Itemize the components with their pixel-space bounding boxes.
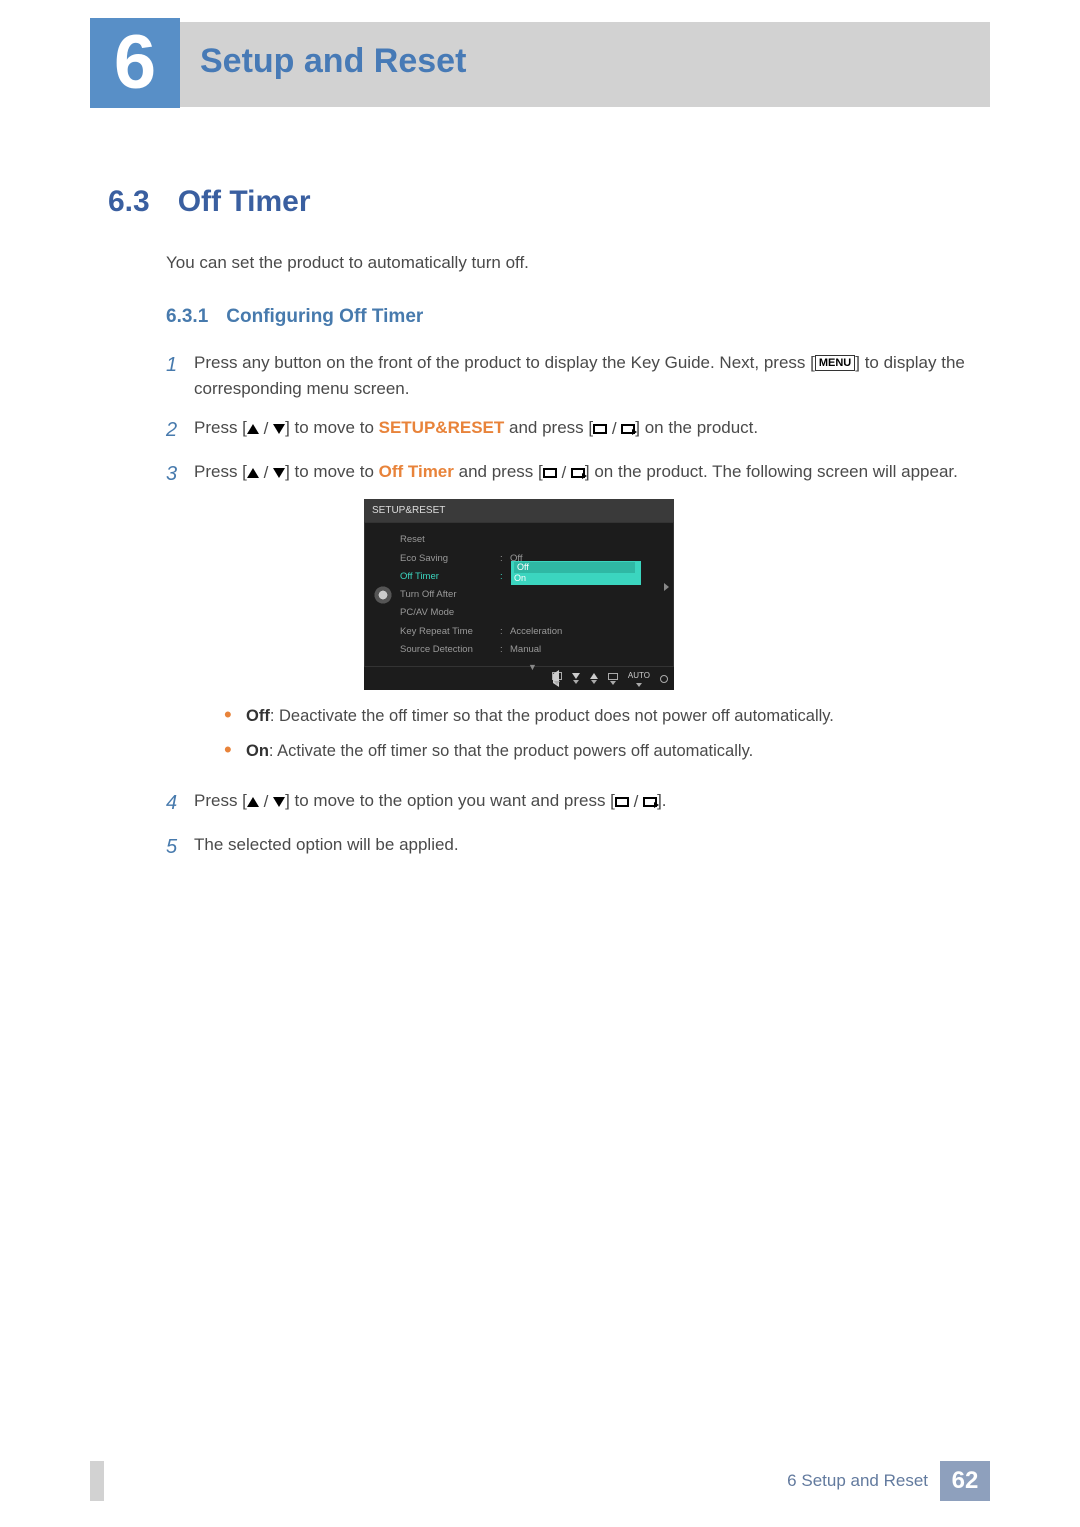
- setup-reset-label: SETUP&RESET: [379, 418, 505, 437]
- osd-dropdown: Off On: [511, 561, 641, 585]
- section-title: Off Timer: [178, 185, 311, 218]
- osd-item-offtimer: Off Timer: [400, 570, 500, 584]
- subsection-heading: 6.3.1 Configuring Off Timer: [166, 306, 423, 328]
- osd-item-sourcedet: Source Detection: [400, 643, 500, 657]
- step-body: Press [ / ] to move to the option you wa…: [194, 788, 990, 814]
- step-number: 4: [166, 788, 194, 818]
- step-number: 3: [166, 459, 194, 489]
- step-body: The selected option will be applied.: [194, 832, 990, 858]
- osd-screenshot: SETUP&RESET Reset Eco Saving:Off Off Tim…: [364, 499, 674, 690]
- bullet-icon: •: [224, 739, 246, 764]
- osd-option-off: Off: [514, 562, 635, 573]
- osd-item-pcav: PC/AV Mode: [400, 606, 500, 620]
- page-footer: 6 Setup and Reset 62: [90, 1461, 990, 1501]
- bullet-icon: •: [224, 704, 246, 729]
- step-number: 5: [166, 832, 194, 862]
- up-key-icon: [590, 673, 598, 684]
- step-number: 2: [166, 415, 194, 445]
- up-down-key-icon: /: [247, 460, 285, 486]
- osd-option-on: On: [514, 573, 635, 584]
- power-key-icon: [660, 675, 668, 683]
- bullet-on: • On: Activate the off timer so that the…: [224, 739, 990, 764]
- enter-source-key-icon: /: [543, 460, 585, 486]
- enter-source-key-icon: /: [593, 416, 635, 442]
- section-number: 6.3: [108, 185, 150, 218]
- chapter-title: Setup and Reset: [200, 42, 466, 81]
- step-body: Press [ / ] to move to Off Timer and pre…: [194, 459, 990, 774]
- osd-item-turnoff: Turn Off After: [400, 588, 500, 602]
- osd-item-keyrepeat: Key Repeat Time: [400, 625, 500, 639]
- enter-key-icon: [608, 673, 618, 685]
- step-number: 1: [166, 350, 194, 380]
- subsection-number: 6.3.1: [166, 306, 208, 327]
- step-5: 5 The selected option will be applied.: [166, 832, 990, 862]
- subsection-title: Configuring Off Timer: [226, 306, 423, 327]
- gear-icon: [373, 585, 393, 605]
- osd-item-eco: Eco Saving: [400, 552, 500, 566]
- footer-chapter-label: 6 Setup and Reset: [787, 1471, 928, 1491]
- step-body: Press [ / ] to move to SETUP&RESET and p…: [194, 415, 990, 441]
- section-intro: You can set the product to automatically…: [166, 253, 529, 273]
- step-2: 2 Press [ / ] to move to SETUP&RESET and…: [166, 415, 990, 445]
- chapter-number-box: 6: [90, 18, 180, 108]
- chevron-right-icon: [664, 583, 669, 591]
- section-heading: 6.3 Off Timer: [108, 185, 311, 219]
- osd-title: SETUP&RESET: [364, 499, 674, 522]
- menu-key-icon: MENU: [815, 355, 855, 371]
- chevron-down-icon: ▼: [400, 659, 665, 675]
- enter-source-key-icon: /: [615, 789, 657, 815]
- up-down-key-icon: /: [247, 789, 285, 815]
- page-number: 62: [940, 1461, 990, 1501]
- down-key-icon: [572, 673, 580, 684]
- footer-tab-icon: [90, 1461, 104, 1501]
- step-3: 3 Press [ / ] to move to Off Timer and p…: [166, 459, 990, 774]
- bullet-list: • Off: Deactivate the off timer so that …: [224, 704, 990, 764]
- off-timer-label: Off Timer: [379, 462, 454, 481]
- steps-list: 1 Press any button on the front of the p…: [166, 350, 990, 876]
- osd-item-reset: Reset: [400, 533, 500, 547]
- up-down-key-icon: /: [247, 416, 285, 442]
- step-body: Press any button on the front of the pro…: [194, 350, 990, 401]
- step-4: 4 Press [ / ] to move to the option you …: [166, 788, 990, 818]
- step-1: 1 Press any button on the front of the p…: [166, 350, 990, 401]
- bullet-off: • Off: Deactivate the off timer so that …: [224, 704, 990, 729]
